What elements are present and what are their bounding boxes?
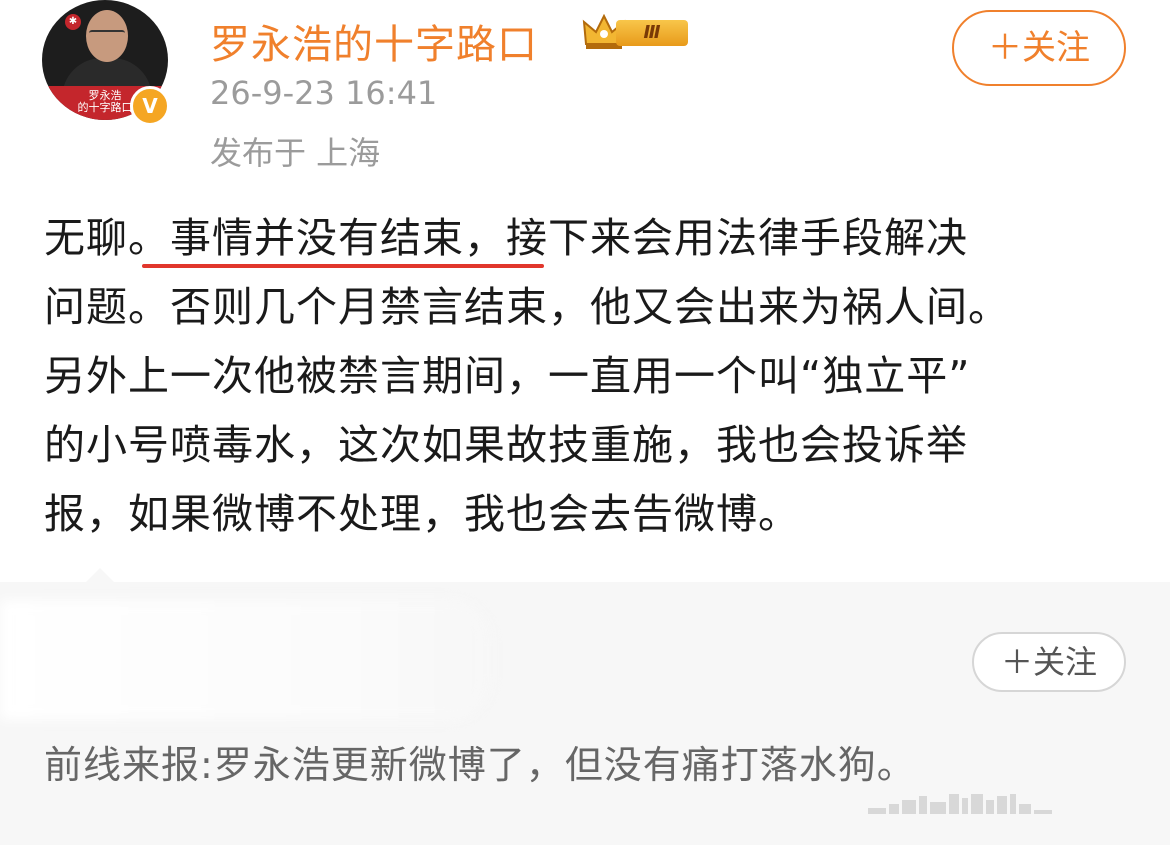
- post-timestamp: 26-9-23 16:41: [210, 74, 438, 112]
- avatar-logo-icon: ✱: [65, 14, 81, 30]
- avatar-glasses: [89, 30, 125, 39]
- follow-button[interactable]: ＋关注: [952, 10, 1126, 86]
- vip-badge[interactable]: Ⅲ: [582, 12, 694, 50]
- avatar-banner-text: 罗永浩 的十字路口: [77, 89, 133, 114]
- repost-text: 前线来报:罗永浩更新微博了，但没有痛打落水狗。: [44, 743, 916, 787]
- highlight-underline: [142, 264, 544, 268]
- vip-level: Ⅲ: [616, 20, 688, 46]
- author-name[interactable]: 罗永浩的十字路口: [210, 12, 538, 70]
- blurred-repost-author: [0, 600, 490, 720]
- post-text-line: 无聊。事情并没有结束，接下来会用法律手段解决: [44, 214, 968, 262]
- post-text-line: 另外上一次他被禁言期间，一直用一个叫“独立平”: [44, 352, 971, 400]
- post-location: 发布于 上海: [210, 134, 381, 172]
- repost-follow-button[interactable]: ＋关注: [972, 632, 1126, 692]
- repost-card[interactable]: ＋关注 前线来报:罗永浩更新微博了，但没有痛打落水狗。: [0, 568, 1170, 845]
- post-card: ✱ 罗永浩 的十字路口 V 罗永浩的十字路口 Ⅲ 26-9-23 16:41 发…: [0, 0, 1170, 582]
- post-text-line: 的小号喷毒水，这次如果故技重施，我也会投诉举: [44, 421, 968, 469]
- watermark-bars: [868, 794, 1146, 816]
- post-text-line: 报，如果微博不处理，我也会去告微博。: [44, 490, 800, 538]
- post-body: 无聊。事情并没有结束，接下来会用法律手段解决 问题。否则几个月禁言结束，他又会出…: [44, 204, 1134, 549]
- post-text-line: 问题。否则几个月禁言结束，他又会出来为祸人间。: [44, 283, 1010, 331]
- repost-pointer: [86, 568, 114, 582]
- verified-v-icon: V: [130, 86, 170, 126]
